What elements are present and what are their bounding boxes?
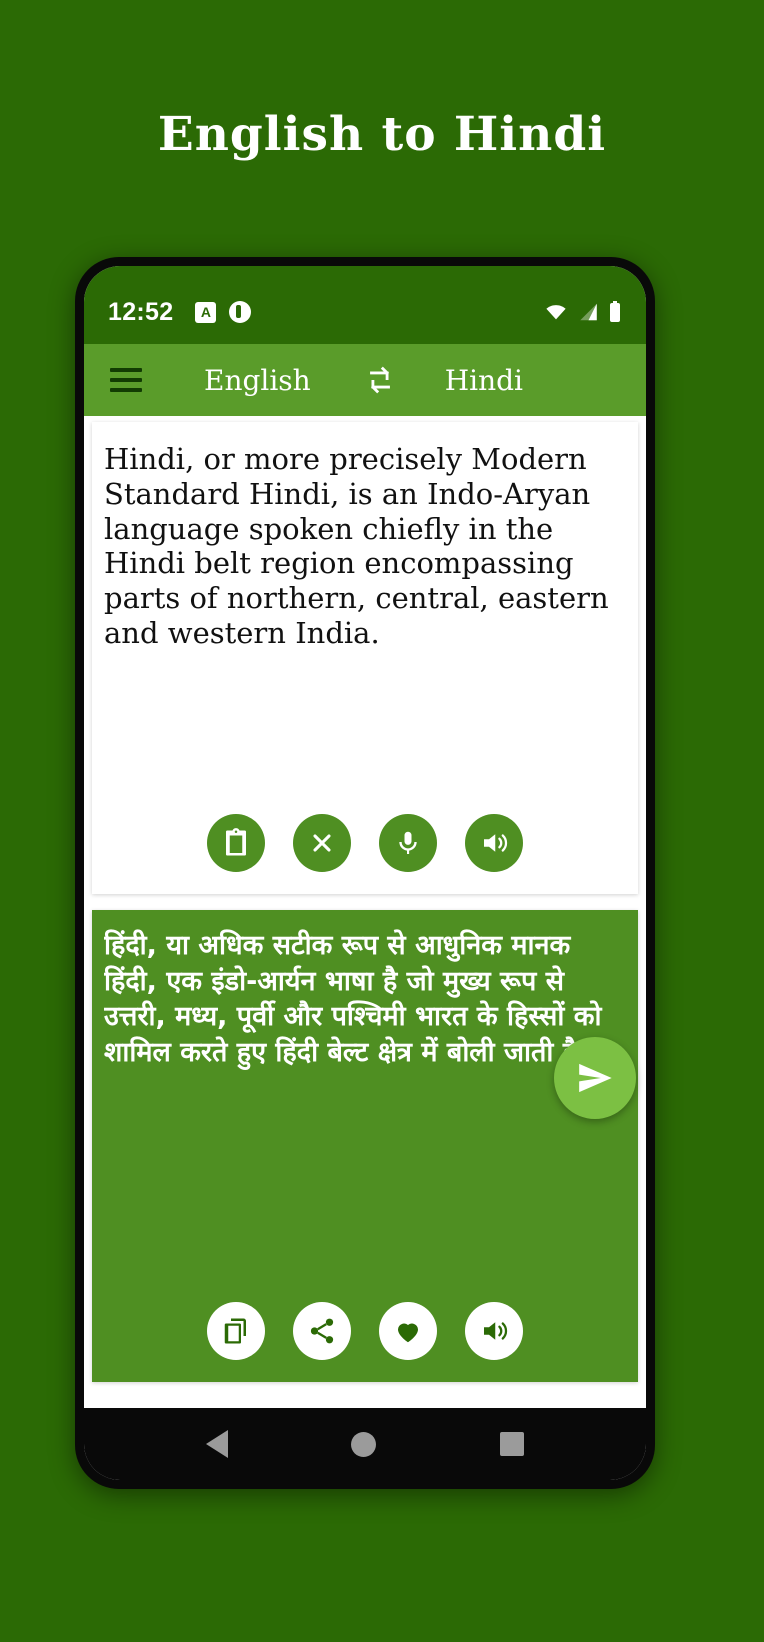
android-navigation-bar — [84, 1408, 646, 1480]
phone-screen: 12:52 A English Hindi Hindi, or more pre… — [84, 266, 646, 1480]
phone-frame: 12:52 A English Hindi Hindi, or more pre… — [75, 257, 655, 1489]
source-text-card: Hindi, or more precisely Modern Standard… — [92, 422, 638, 894]
share-icon — [310, 1318, 334, 1344]
translated-text[interactable]: हिंदी, या अधिक सटीक रूप से आधुनिक मानक ह… — [104, 928, 626, 1302]
status-bar-notification-icons: A — [195, 301, 252, 323]
speaker-icon — [484, 1322, 508, 1340]
clipboard-icon — [226, 828, 246, 856]
result-text-card: हिंदी, या अधिक सटीक रूप से आधुनिक मानक ह… — [92, 910, 638, 1382]
back-triangle-icon[interactable] — [205, 1430, 228, 1458]
result-action-row — [104, 1302, 626, 1382]
app-notification-badge-icon: A — [195, 301, 217, 323]
speak-source-button[interactable] — [465, 814, 523, 872]
source-language-selector[interactable]: English — [204, 364, 311, 397]
heart-icon — [398, 1323, 418, 1343]
send-icon — [579, 1063, 612, 1093]
recents-square-icon[interactable] — [500, 1432, 525, 1456]
wifi-icon — [546, 305, 566, 320]
hamburger-menu-icon[interactable] — [110, 368, 142, 392]
speaker-icon — [484, 834, 508, 852]
app-notification-circle-icon — [229, 301, 252, 323]
status-bar: 12:52 A — [84, 266, 646, 344]
app-bar: English Hindi — [84, 344, 646, 416]
translator-body: Hindi, or more precisely Modern Standard… — [84, 416, 646, 1408]
close-x-icon — [313, 834, 331, 852]
copy-button[interactable] — [207, 1302, 265, 1360]
page-title: English to Hindi — [157, 107, 607, 162]
target-language-selector[interactable]: Hindi — [445, 364, 523, 397]
swap-languages-icon[interactable] — [363, 363, 397, 397]
speak-result-button[interactable] — [465, 1302, 523, 1360]
clear-button[interactable] — [293, 814, 351, 872]
battery-icon — [610, 301, 620, 322]
status-bar-system-icons — [543, 300, 622, 324]
microphone-icon — [399, 831, 417, 854]
status-bar-clock: 12:52 — [108, 297, 174, 326]
source-text-input[interactable]: Hindi, or more precisely Modern Standard… — [104, 442, 626, 814]
cellular-signal-icon — [580, 303, 597, 321]
paste-button[interactable] — [207, 814, 265, 872]
favorite-button[interactable] — [379, 1302, 437, 1360]
copy-icon — [224, 1318, 246, 1344]
source-action-row — [104, 814, 626, 894]
home-circle-icon[interactable] — [351, 1431, 377, 1457]
translate-fab[interactable] — [554, 1037, 636, 1119]
share-button[interactable] — [293, 1302, 351, 1360]
voice-input-button[interactable] — [379, 814, 437, 872]
